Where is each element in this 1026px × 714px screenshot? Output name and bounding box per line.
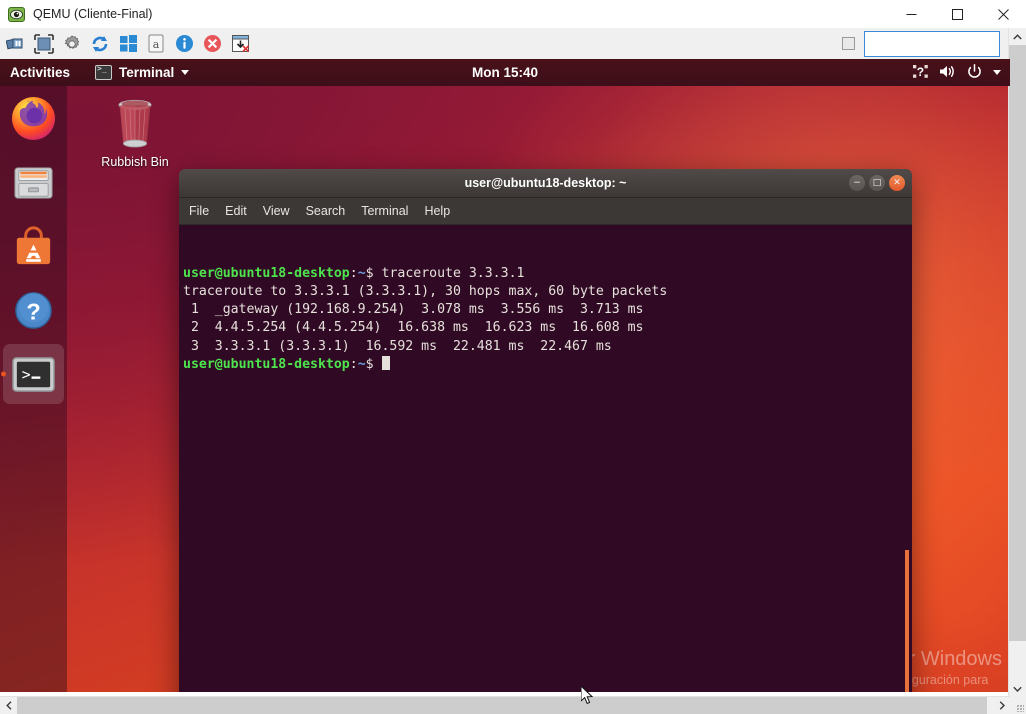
svg-text:a: a xyxy=(153,38,160,51)
host-window-title: QEMU (Cliente-Final) xyxy=(33,7,152,21)
menu-item-edit[interactable]: Edit xyxy=(225,204,247,218)
host-toolbar: a xyxy=(0,28,1026,60)
menu-item-terminal[interactable]: Terminal xyxy=(361,204,408,218)
terminal-prompt-user-host: user@ubuntu18-desktop xyxy=(183,266,350,281)
ubuntu-software-icon xyxy=(10,223,57,270)
host-toolbar-checkbox[interactable] xyxy=(842,37,855,50)
guest-screen: Activities Terminal Mon 15:40 ? xyxy=(0,59,1010,692)
tray-chevron-down-icon[interactable] xyxy=(993,70,1001,75)
system-tray: ? xyxy=(913,64,1001,82)
terminal-icon xyxy=(95,65,112,80)
ubuntu-dock: ? > xyxy=(0,86,67,692)
dock-item-ubuntu-software[interactable] xyxy=(0,214,67,278)
chevron-down-icon xyxy=(181,70,189,75)
terminal-line: 2 4.4.5.254 (4.4.5.254) 16.638 ms 16.623… xyxy=(181,319,912,337)
terminal-title: user@ubuntu18-desktop: ~ xyxy=(465,176,627,190)
terminal-window: user@ubuntu18-desktop: ~ − □ ✕ File Edit… xyxy=(179,169,912,692)
menu-item-file[interactable]: File xyxy=(189,204,209,218)
menu-item-search[interactable]: Search xyxy=(306,204,346,218)
files-icon xyxy=(10,159,57,206)
scroll-up-button[interactable] xyxy=(1009,28,1026,45)
resize-grip-icon[interactable] xyxy=(1017,705,1024,712)
desktop-icon-rubbish-bin[interactable]: Rubbish Bin xyxy=(96,95,174,169)
terminal-prompt-path: ~ xyxy=(358,266,366,281)
terminal-minimize-button[interactable]: − xyxy=(849,175,865,191)
svg-text:?: ? xyxy=(26,298,40,324)
qemu-icon xyxy=(8,6,25,23)
dock-item-help[interactable]: ? xyxy=(0,278,67,342)
svg-text:?: ? xyxy=(917,65,924,79)
scroll-left-button[interactable] xyxy=(0,697,17,714)
terminal-app-icon: > xyxy=(10,351,57,398)
host-close-button[interactable] xyxy=(980,0,1026,28)
app-menu-label: Terminal xyxy=(119,65,174,80)
terminal-line: 1 _gateway (192.168.9.254) 3.078 ms 3.55… xyxy=(181,301,912,319)
dock-item-firefox[interactable] xyxy=(0,86,67,150)
install-window-icon[interactable] xyxy=(229,33,251,55)
refresh-icon[interactable] xyxy=(89,33,111,55)
terminal-prompt-symbol: $ xyxy=(366,266,374,281)
settings-gear-icon[interactable] xyxy=(61,33,83,55)
fullscreen-icon[interactable] xyxy=(33,33,55,55)
terminal-scrollbar[interactable] xyxy=(905,550,909,692)
cancel-icon[interactable] xyxy=(201,33,223,55)
gnome-topbar: Activities Terminal Mon 15:40 ? xyxy=(0,59,1010,86)
power-icon[interactable] xyxy=(967,64,982,82)
terminal-command: traceroute 3.3.3.1 xyxy=(374,266,525,281)
terminal-close-button[interactable]: ✕ xyxy=(889,175,905,191)
desktop-icon-label: Rubbish Bin xyxy=(101,155,168,169)
terminal-prompt-path: ~ xyxy=(358,357,366,372)
host-toolbar-entry[interactable] xyxy=(864,31,1000,57)
terminal-line: user@ubuntu18-desktop:~$ traceroute 3.3.… xyxy=(181,265,912,283)
terminal-cursor xyxy=(382,356,390,370)
scroll-down-button[interactable] xyxy=(1009,680,1026,697)
rubbish-bin-icon xyxy=(109,95,161,151)
host-toolbar-right xyxy=(842,28,1000,59)
terminal-prompt-user-host: user@ubuntu18-desktop xyxy=(183,357,350,372)
info-icon[interactable] xyxy=(173,33,195,55)
help-icon: ? xyxy=(10,287,57,334)
pause-resume-icon[interactable] xyxy=(5,33,27,55)
dock-item-files[interactable] xyxy=(0,150,67,214)
host-horizontal-scrollbar[interactable] xyxy=(0,696,1010,714)
terminal-prompt-separator: : xyxy=(350,357,358,372)
activities-button[interactable]: Activities xyxy=(10,65,70,80)
scrollbar-corner xyxy=(1009,697,1026,714)
terminal-command xyxy=(374,357,382,372)
terminal-output-area[interactable]: user@ubuntu18-desktop:~$ traceroute 3.3.… xyxy=(179,225,912,692)
terminal-prompt-symbol: $ xyxy=(366,357,374,372)
host-minimize-button[interactable] xyxy=(888,0,934,28)
document-icon[interactable]: a xyxy=(145,33,167,55)
keyboard-input-icon[interactable]: ? xyxy=(913,64,928,82)
terminal-menubar: File Edit View Search Terminal Help xyxy=(179,198,912,225)
dock-item-terminal[interactable]: > xyxy=(0,342,67,406)
host-vertical-scrollbar[interactable] xyxy=(1008,28,1026,697)
terminal-line: 3 3.3.3.1 (3.3.3.1) 16.592 ms 22.481 ms … xyxy=(181,338,912,356)
scroll-right-button[interactable] xyxy=(993,697,1010,714)
firefox-icon xyxy=(10,95,57,142)
terminal-line: user@ubuntu18-desktop:~$ xyxy=(181,356,912,374)
host-window-titlebar: QEMU (Cliente-Final) xyxy=(0,0,1026,29)
terminal-titlebar[interactable]: user@ubuntu18-desktop: ~ − □ ✕ xyxy=(179,169,912,198)
windows-logo-icon[interactable] xyxy=(117,33,139,55)
horizontal-scroll-thumb[interactable] xyxy=(17,697,987,714)
terminal-prompt-separator: : xyxy=(350,266,358,281)
terminal-line: traceroute to 3.3.3.1 (3.3.3.1), 30 hops… xyxy=(181,283,912,301)
menu-item-view[interactable]: View xyxy=(263,204,290,218)
terminal-maximize-button[interactable]: □ xyxy=(869,175,885,191)
svg-text:>: > xyxy=(22,366,31,383)
host-window-controls xyxy=(888,0,1026,28)
volume-icon[interactable] xyxy=(939,64,956,82)
clock[interactable]: Mon 15:40 xyxy=(472,65,538,80)
terminal-window-controls: − □ ✕ xyxy=(849,169,905,197)
vertical-scroll-thumb[interactable] xyxy=(1009,45,1026,641)
menu-item-help[interactable]: Help xyxy=(424,204,450,218)
screen-root: QEMU (Cliente-Final) xyxy=(0,0,1026,714)
host-maximize-button[interactable] xyxy=(934,0,980,28)
app-menu-button[interactable]: Terminal xyxy=(95,65,189,80)
